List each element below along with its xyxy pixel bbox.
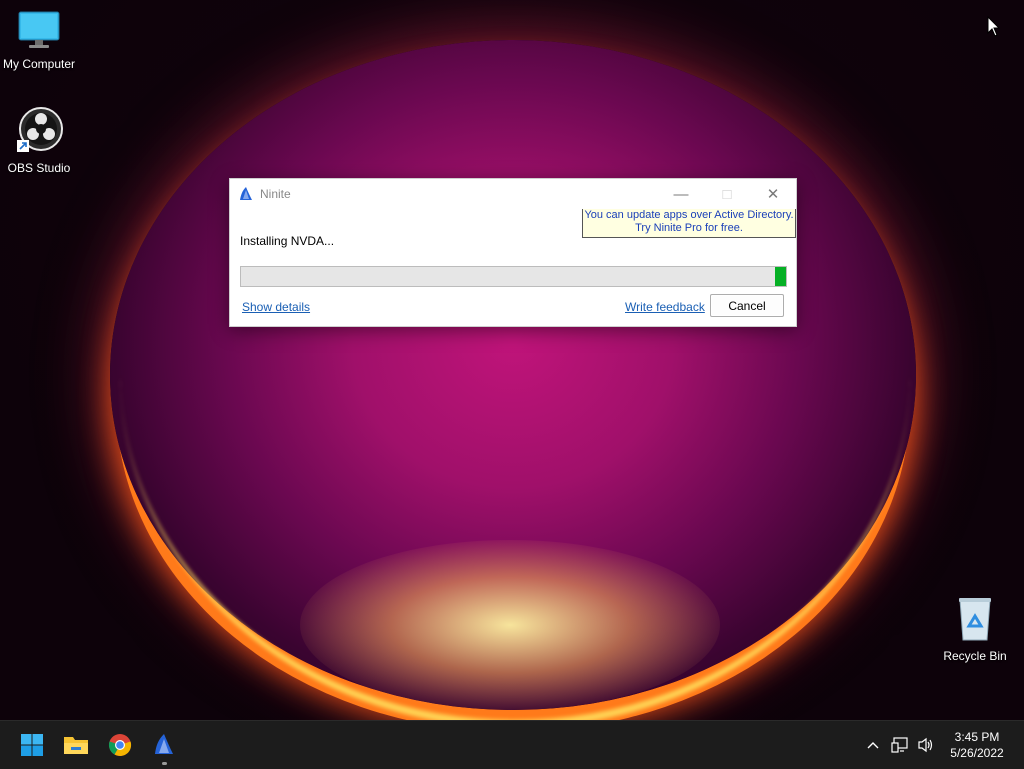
window-title: Ninite [260,187,291,201]
ninite-pro-promo[interactable]: You can update apps over Active Director… [582,209,796,238]
desktop-icon-label: Recycle Bin [943,649,1007,663]
close-button[interactable]: ✕ [750,179,796,209]
obs-icon [17,107,63,152]
desktop-icon-label: My Computer [2,57,76,71]
desktop-icon-label: OBS Studio [7,161,71,175]
show-hidden-icons-button[interactable] [863,735,883,755]
install-status: Installing NVDA... [240,234,335,248]
start-button[interactable] [16,729,48,761]
desktop-wallpaper [0,0,1024,720]
wallpaper-glow [300,540,720,710]
chevron-up-icon [867,742,879,749]
ninite-icon [155,734,173,754]
file-explorer-icon [64,737,88,754]
system-clock[interactable]: 3:45 PM 5/26/2022 [944,729,1010,761]
minimize-icon: — [673,185,689,203]
speaker-icon [918,737,933,753]
running-indicator [162,762,167,765]
start-icon [21,734,43,756]
recycle-bin-icon [959,598,991,641]
taskbar-chrome[interactable] [104,729,136,761]
desktop-icon-recycle-bin[interactable]: Recycle Bin [933,596,1017,663]
network-icon [891,737,908,753]
taskbar-file-explorer[interactable] [60,729,92,761]
maximize-button: □ [704,179,750,209]
chrome-icon [108,734,132,757]
show-details-link[interactable]: Show details [242,300,310,314]
maximize-icon: □ [722,185,732,203]
progress-fill [775,267,786,286]
desktop-icon-obs-studio[interactable]: OBS Studio [0,106,81,175]
minimize-button[interactable]: — [658,179,704,209]
close-icon: ✕ [766,186,780,203]
clock-time: 3:45 PM [954,730,1000,744]
monitor-icon [18,11,60,48]
desktop-icon-my-computer[interactable]: My Computer [0,10,81,71]
write-feedback-link[interactable]: Write feedback [625,300,705,314]
network-button[interactable] [890,735,910,755]
taskbar: 3:45 PM 5/26/2022 [0,720,1024,769]
taskbar-ninite[interactable] [148,729,180,761]
promo-line-2: Try Ninite Pro for free. [635,222,743,234]
volume-button[interactable] [916,735,936,755]
clock-date: 5/26/2022 [950,746,1004,760]
promo-line-1: You can update apps over Active Director… [584,209,794,221]
ninite-icon [240,187,252,200]
title-bar[interactable]: Ninite — □ ✕ [230,179,796,209]
install-progress-bar [240,266,787,287]
mouse-cursor-icon [987,16,1001,37]
cancel-button[interactable]: Cancel [710,294,784,317]
ninite-window: Ninite — □ ✕ You can update apps over Ac… [229,178,797,327]
